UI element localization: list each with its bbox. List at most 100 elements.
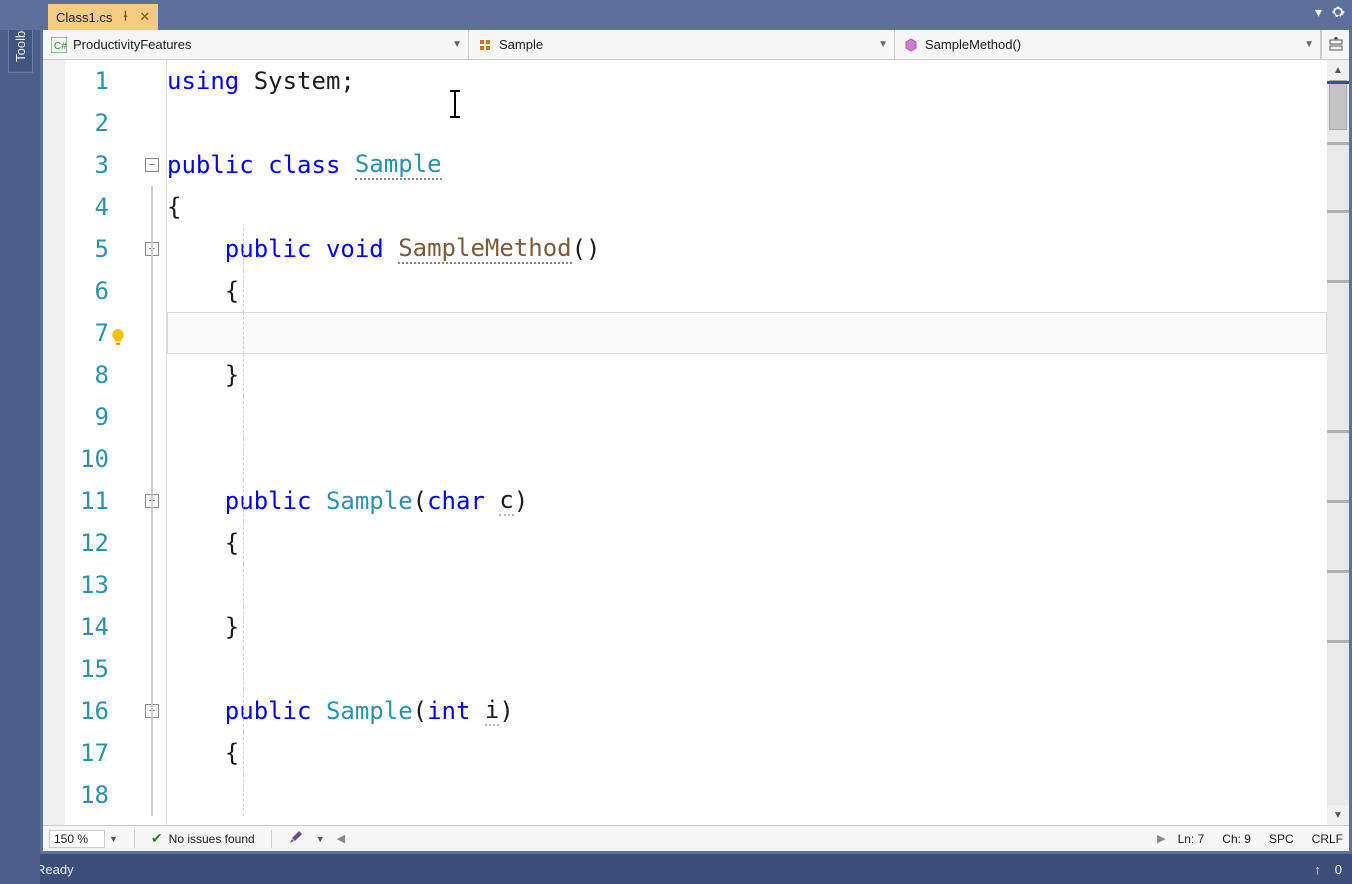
line-number: 13: [65, 564, 123, 606]
method-icon: [903, 37, 919, 53]
chevron-down-icon: ▼: [452, 39, 462, 50]
editor-footer: 150 % ▼ ✔ No issues found ▼ ◀ ▶ Ln: 7 Ch…: [43, 825, 1349, 851]
line-number: 5: [65, 228, 123, 270]
scroll-down-icon[interactable]: ▼: [1327, 805, 1349, 825]
nav-member-label: SampleMethod(): [925, 37, 1021, 52]
chevron-down-icon[interactable]: ▼: [316, 834, 325, 844]
fold-cell: [137, 102, 166, 144]
close-icon[interactable]: ✕: [139, 9, 150, 25]
code-line[interactable]: public Sample(int i): [167, 690, 1327, 732]
publish-icon[interactable]: ↑: [1314, 862, 1321, 877]
line-number-gutter: 123456789101112131415161718: [65, 60, 137, 825]
notification-count[interactable]: 0: [1335, 862, 1342, 877]
split-editor-button[interactable]: [1321, 30, 1349, 59]
lightbulb-icon[interactable]: [109, 324, 127, 352]
separator: [271, 830, 272, 848]
fold-cell: [137, 438, 166, 480]
scroll-marker: [1327, 142, 1349, 145]
fold-cell: [137, 186, 166, 228]
fold-cell: [137, 774, 166, 816]
nav-project-dropdown[interactable]: C# ProductivityFeatures ▼: [43, 30, 469, 59]
chevron-down-icon: ▼: [878, 39, 888, 50]
status-text: Ready: [36, 862, 74, 877]
nav-project-label: ProductivityFeatures: [73, 37, 192, 52]
breakpoint-gutter[interactable]: [43, 60, 65, 825]
code-line[interactable]: public class Sample: [167, 144, 1327, 186]
code-line[interactable]: using System;: [167, 60, 1327, 102]
fold-cell: −: [137, 144, 166, 186]
scroll-marker: [1327, 430, 1349, 433]
code-line[interactable]: {: [167, 732, 1327, 774]
toolbox-rail: Toolbox: [0, 0, 40, 884]
line-number: 4: [65, 186, 123, 228]
code-line[interactable]: [167, 312, 1327, 354]
zoom-control[interactable]: 150 % ▼: [49, 830, 118, 848]
separator: [134, 830, 135, 848]
scroll-marker: [1327, 500, 1349, 503]
cursor-col[interactable]: Ch: 9: [1222, 832, 1251, 846]
file-tab-active[interactable]: Class1.cs ✕: [48, 4, 158, 30]
nav-bar: C# ProductivityFeatures ▼ Sample ▼ Sampl…: [43, 30, 1349, 60]
fold-gutter: −−−−: [137, 60, 167, 825]
nav-class-label: Sample: [499, 37, 543, 52]
hscroll-track[interactable]: [347, 832, 1155, 846]
code-line[interactable]: [167, 648, 1327, 690]
scroll-left-icon[interactable]: ◀: [337, 832, 345, 845]
line-number: 8: [65, 354, 123, 396]
nav-member-dropdown[interactable]: SampleMethod() ▼: [895, 30, 1321, 59]
pin-icon[interactable]: [120, 10, 131, 24]
scroll-marker: [1327, 570, 1349, 573]
line-number: 15: [65, 648, 123, 690]
scroll-up-icon[interactable]: ▲: [1327, 60, 1349, 80]
tab-label: Class1.cs: [56, 10, 112, 25]
scroll-marker: [1327, 280, 1349, 283]
code-line[interactable]: {: [167, 270, 1327, 312]
chevron-down-icon[interactable]: ▼: [109, 834, 118, 844]
fold-cell: −: [137, 228, 166, 270]
code-line[interactable]: [167, 438, 1327, 480]
insert-mode[interactable]: SPC: [1269, 832, 1294, 846]
fold-cell: [137, 606, 166, 648]
code-line[interactable]: public Sample(char c): [167, 480, 1327, 522]
nav-class-dropdown[interactable]: Sample ▼: [469, 30, 895, 59]
csharp-icon: C#: [51, 37, 67, 53]
scroll-marker: [1327, 210, 1349, 213]
line-number: 6: [65, 270, 123, 312]
code-line[interactable]: }: [167, 606, 1327, 648]
line-number: 18: [65, 774, 123, 816]
tab-overflow-icon[interactable]: ▾: [1315, 4, 1322, 23]
fold-cell: [137, 564, 166, 606]
line-number: 2: [65, 102, 123, 144]
scroll-thumb[interactable]: [1329, 80, 1347, 130]
scroll-marker: [1327, 640, 1349, 643]
code-line[interactable]: {: [167, 186, 1327, 228]
code-line[interactable]: }: [167, 354, 1327, 396]
line-ending[interactable]: CRLF: [1312, 832, 1343, 846]
horizontal-scrollbar[interactable]: ◀ ▶: [337, 832, 1166, 846]
gear-icon[interactable]: [1330, 4, 1346, 23]
fold-cell: −: [137, 480, 166, 522]
code-line[interactable]: [167, 102, 1327, 144]
code-line[interactable]: [167, 396, 1327, 438]
cursor-line[interactable]: Ln: 7: [1178, 832, 1205, 846]
editor-container: C# ProductivityFeatures ▼ Sample ▼ Sampl…: [40, 30, 1352, 854]
editor-body: 123456789101112131415161718 −−−− using S…: [43, 60, 1349, 825]
issues-indicator[interactable]: ✔ No issues found: [151, 830, 255, 847]
vertical-scrollbar[interactable]: ▲ ▼: [1327, 60, 1349, 825]
chevron-down-icon: ▼: [1304, 39, 1314, 50]
fold-toggle[interactable]: −: [145, 158, 159, 172]
scroll-right-icon[interactable]: ▶: [1157, 832, 1165, 845]
svg-text:C#: C#: [54, 41, 67, 52]
code-line[interactable]: [167, 774, 1327, 816]
code-line[interactable]: [167, 564, 1327, 606]
scroll-track[interactable]: [1327, 80, 1349, 805]
code-area[interactable]: using System;public class Sample{ public…: [167, 60, 1327, 825]
brush-icon[interactable]: [288, 829, 304, 848]
code-line[interactable]: public void SampleMethod(): [167, 228, 1327, 270]
issues-text: No issues found: [169, 832, 255, 846]
line-number: 17: [65, 732, 123, 774]
check-icon: ✔: [151, 830, 163, 847]
zoom-value[interactable]: 150 %: [49, 830, 105, 848]
current-line-highlight: [167, 312, 1327, 354]
code-line[interactable]: {: [167, 522, 1327, 564]
